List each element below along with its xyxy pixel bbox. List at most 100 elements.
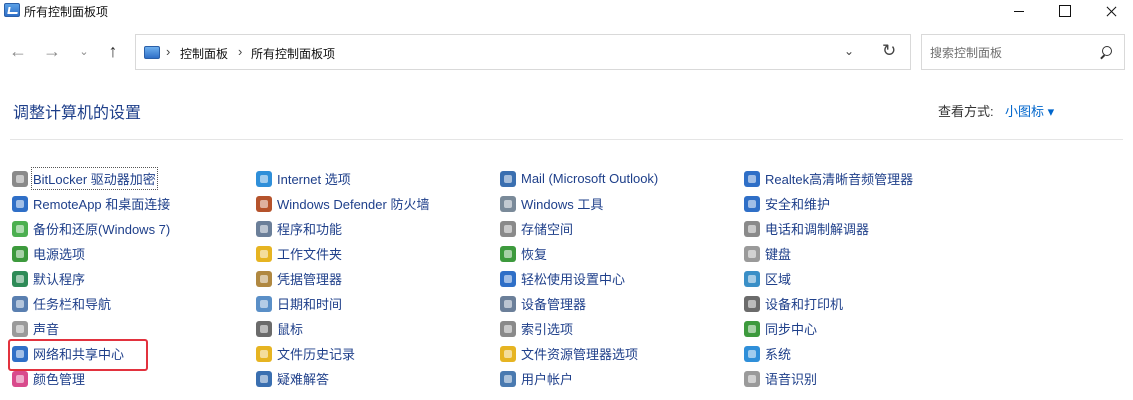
- mouse-icon: [256, 320, 272, 337]
- control-panel-item[interactable]: 同步中心: [744, 316, 913, 341]
- title-bar: 所有控制面板项: [0, 0, 1133, 22]
- breadcrumb-all-items[interactable]: 所有控制面板项: [251, 45, 335, 62]
- backup-icon: [12, 220, 28, 237]
- item-label: 声音: [33, 322, 60, 337]
- search-icon[interactable]: [1100, 46, 1112, 58]
- item-label: 颜色管理: [33, 372, 86, 387]
- control-panel-item[interactable]: 文件历史记录: [256, 341, 429, 366]
- address-dropdown-chevron-icon[interactable]: ⌄: [844, 44, 854, 58]
- items-column-2: Internet 选项 Windows Defender 防火墙 程序和功能工作文件…: [256, 166, 429, 391]
- item-label: 语音识别: [765, 372, 818, 387]
- power-icon: [12, 245, 28, 262]
- control-panel-item[interactable]: 恢复: [500, 241, 658, 266]
- device-manager-icon: [500, 295, 516, 312]
- item-label: 同步中心: [765, 322, 818, 337]
- item-label: 日期和时间: [277, 297, 343, 312]
- search-input[interactable]: [930, 44, 1090, 62]
- control-panel-item[interactable]: 安全和维护: [744, 191, 913, 216]
- items-column-3: Mail (Microsoft Outlook) Windows 工具 存储空间恢复…: [500, 166, 658, 391]
- window-title: 所有控制面板项: [24, 5, 109, 19]
- item-label: 默认程序: [33, 272, 86, 287]
- item-label: 备份和还原(Windows 7): [33, 222, 171, 237]
- item-label: 设备管理器: [521, 297, 587, 312]
- datetime-icon: [256, 295, 272, 312]
- item-label: 区域: [765, 272, 792, 287]
- control-panel-item[interactable]: 声音: [12, 316, 170, 341]
- control-panel-item[interactable]: 任务栏和导航: [12, 291, 170, 316]
- control-panel-item[interactable]: 疑难解答: [256, 366, 429, 391]
- color-management-icon: [12, 370, 28, 387]
- item-label: 存储空间: [521, 222, 574, 237]
- back-arrow-icon[interactable]: ←: [6, 40, 30, 62]
- search-box[interactable]: [921, 34, 1125, 70]
- maximize-button[interactable]: [1042, 0, 1088, 22]
- control-panel-item[interactable]: RemoteApp 和桌面连接: [12, 191, 170, 216]
- control-panel-item[interactable]: 鼠标: [256, 316, 429, 341]
- control-panel-item[interactable]: 系统: [744, 341, 913, 366]
- control-panel-item[interactable]: 设备和打印机: [744, 291, 913, 316]
- address-bar[interactable]: › 控制面板 › 所有控制面板项 ⌄ ↻: [135, 34, 911, 70]
- ease-of-access-icon: [500, 270, 516, 287]
- programs-icon: [256, 220, 272, 237]
- item-label: 疑难解答: [277, 372, 330, 387]
- item-label: 设备和打印机: [765, 297, 844, 312]
- control-panel-item[interactable]: Realtek高清晰音频管理器: [744, 166, 913, 191]
- control-panel-item[interactable]: 键盘: [744, 241, 913, 266]
- control-panel-item[interactable]: Internet 选项: [256, 166, 429, 191]
- control-panel-item[interactable]: 索引选项: [500, 316, 658, 341]
- forward-arrow-icon[interactable]: →: [40, 40, 64, 62]
- control-panel-item[interactable]: BitLocker 驱动器加密: [12, 166, 170, 191]
- control-panel-item[interactable]: 电话和调制解调器: [744, 216, 913, 241]
- item-label: 索引选项: [521, 322, 574, 337]
- mail-icon: [500, 170, 516, 187]
- windows-tools-icon: [500, 195, 516, 212]
- minimize-button[interactable]: [996, 0, 1042, 22]
- item-label: 安全和维护: [765, 197, 831, 212]
- recent-locations-chevron-icon[interactable]: ⌄: [72, 40, 96, 62]
- item-label: Mail (Microsoft Outlook): [521, 171, 659, 186]
- default-programs-icon: [12, 270, 28, 287]
- control-panel-item[interactable]: 备份和还原(Windows 7): [12, 216, 170, 241]
- item-label: Windows 工具: [521, 197, 604, 212]
- control-panel-item[interactable]: 电源选项: [12, 241, 170, 266]
- control-panel-item[interactable]: 设备管理器: [500, 291, 658, 316]
- navigation-bar: ← → ⌄ ↑ › 控制面板 › 所有控制面板项 ⌄ ↻: [0, 28, 1133, 74]
- item-label: 工作文件夹: [277, 247, 343, 262]
- item-label: Realtek高清晰音频管理器: [765, 172, 914, 187]
- system-icon: [744, 345, 760, 362]
- control-panel-item[interactable]: Windows 工具: [500, 191, 658, 216]
- remoteapp-icon: [12, 195, 28, 212]
- control-panel-item[interactable]: Mail (Microsoft Outlook): [500, 166, 658, 191]
- up-arrow-icon[interactable]: ↑: [101, 40, 125, 62]
- region-icon: [744, 270, 760, 287]
- control-panel-item[interactable]: 区域: [744, 266, 913, 291]
- control-panel-item[interactable]: Windows Defender 防火墙: [256, 191, 429, 216]
- speech-icon: [744, 370, 760, 387]
- control-panel-item[interactable]: 存储空间: [500, 216, 658, 241]
- close-button[interactable]: [1088, 0, 1133, 22]
- control-panel-item[interactable]: 语音识别: [744, 366, 913, 391]
- control-panel-item[interactable]: 轻松使用设置中心: [500, 266, 658, 291]
- control-panel-item[interactable]: 工作文件夹: [256, 241, 429, 266]
- sync-icon: [744, 320, 760, 337]
- breadcrumb-control-panel[interactable]: 控制面板: [180, 45, 228, 62]
- item-label: 轻松使用设置中心: [521, 272, 626, 287]
- control-panel-icon: [4, 3, 20, 17]
- divider: [10, 139, 1123, 140]
- control-panel-item[interactable]: 程序和功能: [256, 216, 429, 241]
- chevron-right-icon[interactable]: ›: [166, 44, 170, 59]
- work-folders-icon: [256, 245, 272, 262]
- view-by-dropdown[interactable]: 小图标 ▾: [1005, 101, 1054, 120]
- control-panel-item[interactable]: 文件资源管理器选项: [500, 341, 658, 366]
- control-panel-item[interactable]: 默认程序: [12, 266, 170, 291]
- refresh-icon[interactable]: ↻: [882, 41, 896, 61]
- item-label: 文件资源管理器选项: [521, 347, 639, 362]
- control-panel-item[interactable]: 凭据管理器: [256, 266, 429, 291]
- item-label: 用户帐户: [521, 372, 574, 387]
- highlight-box: [8, 339, 148, 371]
- control-panel-item[interactable]: 用户帐户: [500, 366, 658, 391]
- control-panel-item[interactable]: 日期和时间: [256, 291, 429, 316]
- item-label: RemoteApp 和桌面连接: [33, 197, 171, 212]
- chevron-right-icon[interactable]: ›: [238, 44, 242, 59]
- keyboard-icon: [744, 245, 760, 262]
